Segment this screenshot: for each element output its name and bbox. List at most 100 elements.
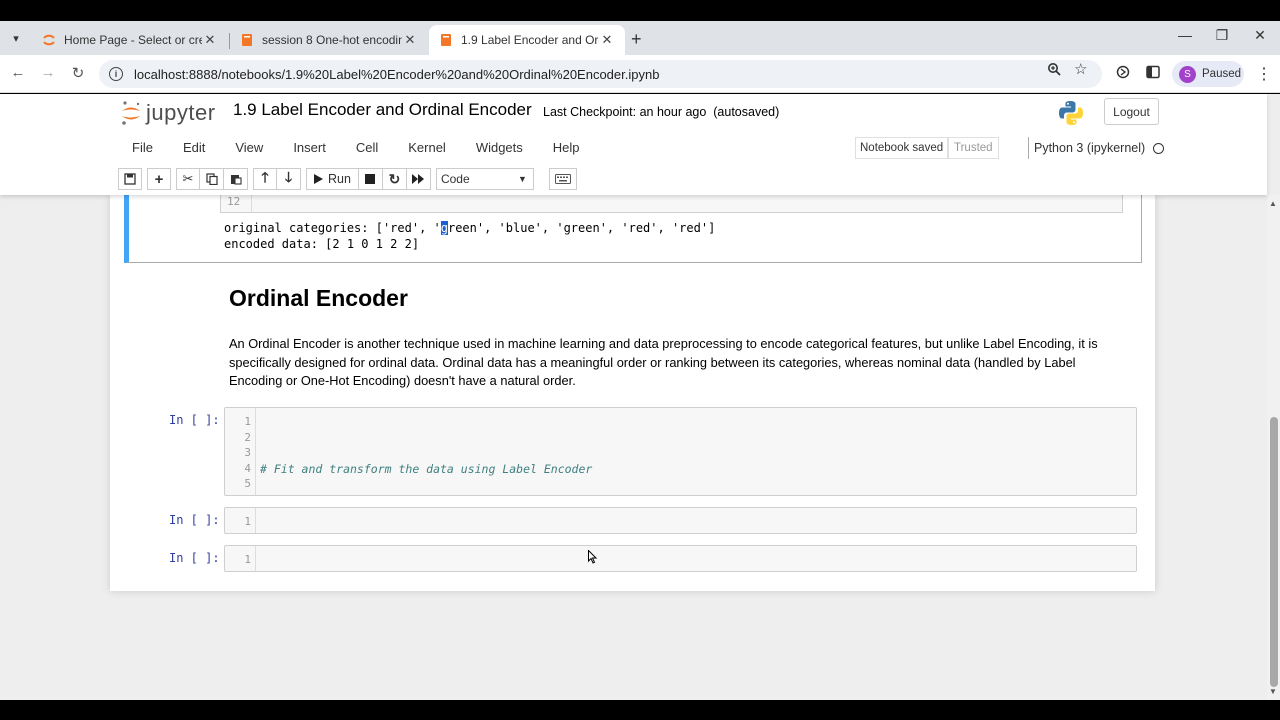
tab-home-page[interactable]: Home Page - Select or create a ✕ (32, 25, 228, 55)
kernel-name: Python 3 (ipykernel) (1034, 141, 1146, 155)
line-number: 1 (244, 515, 251, 528)
profile-button[interactable]: S Paused (1172, 61, 1244, 87)
jupyter-logo-text: jupyter (146, 100, 216, 125)
profile-status: Paused (1202, 68, 1242, 80)
menu-bar: File Edit View Insert Cell Kernel Widget… (120, 135, 598, 161)
interrupt-button[interactable] (358, 168, 383, 190)
site-info-icon[interactable]: i (109, 67, 123, 81)
menu-cell[interactable]: Cell (344, 135, 390, 161)
python-logo-icon (1057, 99, 1085, 127)
tab-session-8[interactable]: session 8 One-hot encoding, la ✕ (230, 25, 428, 55)
tab-label-encoder[interactable]: 1.9 Label Encoder and Ordinal E ✕ (429, 25, 625, 55)
input-prompt: In [ ]: (169, 413, 220, 427)
code-cell-input[interactable]: 1 (224, 507, 1137, 534)
line-number: 4 (244, 462, 251, 475)
tab-title: 1.9 Label Encoder and Ordinal E (461, 33, 599, 47)
run-button[interactable]: Run (306, 168, 359, 190)
screen: ▾ Home Page - Select or create a ✕ sessi… (0, 0, 1280, 720)
selected-cell-input[interactable]: 12 (220, 194, 1123, 213)
trusted-indicator[interactable]: Trusted (948, 137, 999, 159)
line-number: 5 (244, 477, 251, 490)
line-number: 1 (244, 415, 251, 428)
move-up-button[interactable]: 🡑 (253, 168, 277, 190)
run-label: Run (328, 172, 351, 186)
side-panel-icon[interactable] (1146, 65, 1160, 82)
menu-kernel[interactable]: Kernel (396, 135, 458, 161)
menu-edit[interactable]: Edit (171, 135, 217, 161)
close-tab-icon[interactable]: ✕ (202, 32, 218, 48)
code-cell-input[interactable]: 1 2 3 4 5 # Fit and transform the data u… (224, 407, 1137, 496)
browser-menu-icon[interactable]: ⋮ (1256, 64, 1272, 84)
save-icon (124, 173, 136, 185)
line-number: 2 (244, 431, 251, 444)
keyboard-icon (554, 174, 571, 184)
address-bar[interactable]: i localhost:8888/notebooks/1.9%20Label%2… (99, 60, 1102, 88)
scroll-up-arrow-icon[interactable]: ▲ (1269, 199, 1277, 208)
copy-button[interactable] (200, 168, 224, 190)
back-arrow-icon[interactable]: ← (8, 64, 28, 81)
markdown-heading: Ordinal Encoder (229, 285, 408, 311)
url-text: localhost:8888/notebooks/1.9%20Label%20E… (134, 66, 660, 82)
cell-type-select[interactable]: Code ▼ (435, 168, 534, 190)
notebook-container: 12 original categories: ['red', 'green',… (110, 194, 1155, 591)
new-tab-plus-icon[interactable]: + (631, 29, 642, 50)
insert-cell-button[interactable]: + (147, 168, 171, 190)
browser-tab-bar: ▾ Home Page - Select or create a ✕ sessi… (0, 21, 1280, 55)
checkpoint-status: Last Checkpoint: an hour ago (autosaved) (543, 105, 780, 119)
command-palette-button[interactable] (548, 168, 577, 190)
minimize-icon[interactable]: — (1174, 27, 1196, 43)
kernel-indicator: Python 3 (ipykernel) (1028, 137, 1165, 159)
menu-view[interactable]: View (223, 135, 275, 161)
notebook-title[interactable]: 1.9 Label Encoder and Ordinal Encoder (233, 100, 532, 120)
jupyter-favicon-icon (42, 33, 56, 47)
zoom-icon[interactable] (1047, 62, 1061, 79)
forward-arrow-icon[interactable]: → (38, 64, 58, 81)
menu-widgets[interactable]: Widgets (464, 135, 535, 161)
play-icon (314, 174, 323, 184)
code-cell-input[interactable]: 1 (224, 545, 1137, 572)
browser-toolbar: ← → ↻ i localhost:8888/notebooks/1.9%20L… (0, 55, 1280, 93)
paste-button[interactable] (224, 168, 248, 190)
chevron-down-icon: ▼ (518, 174, 527, 184)
tab-title: session 8 One-hot encoding, la (262, 33, 402, 47)
menu-file[interactable]: File (120, 135, 165, 161)
bookmark-star-icon[interactable]: ☆ (1074, 60, 1087, 78)
output-text: original categories: ['red', ' (224, 221, 441, 235)
selected-text: g (440, 221, 448, 235)
vertical-scrollbar[interactable]: ▲ ▼ (1267, 195, 1280, 700)
copy-icon (205, 173, 218, 185)
restore-icon[interactable]: ❐ (1211, 27, 1233, 44)
scroll-down-arrow-icon[interactable]: ▼ (1269, 687, 1277, 696)
jupyter-page: jupyter 1.9 Label Encoder and Ordinal En… (0, 94, 1280, 700)
paste-icon (230, 175, 242, 185)
line-number: 1 (244, 553, 251, 566)
tab-search-chevron-icon[interactable]: ▾ (6, 28, 26, 48)
tab-title: Home Page - Select or create a (64, 33, 202, 47)
line-number: 3 (244, 446, 251, 459)
restart-button[interactable]: ↻ (382, 168, 407, 190)
line-number: 12 (227, 195, 241, 208)
extensions-icon[interactable] (1116, 65, 1130, 82)
move-down-button[interactable]: 🡓 (277, 168, 301, 190)
jupyter-logo[interactable]: jupyter (120, 100, 216, 126)
menu-insert[interactable]: Insert (281, 135, 338, 161)
notebook-saved-indicator: Notebook saved (855, 137, 949, 159)
reload-icon[interactable]: ↻ (68, 64, 88, 82)
jupyter-header: jupyter 1.9 Label Encoder and Ordinal En… (0, 94, 1267, 195)
logout-button[interactable]: Logout (1104, 98, 1159, 125)
menu-help[interactable]: Help (541, 135, 592, 161)
restart-run-all-button[interactable] (406, 168, 431, 190)
markdown-paragraph: An Ordinal Encoder is another technique … (229, 336, 1098, 388)
bottom-bar (0, 700, 1280, 720)
kernel-idle-icon (1153, 142, 1165, 154)
scrollbar-thumb[interactable] (1270, 417, 1278, 687)
output-text: reen', 'blue', 'green', 'red', 'red'] (447, 221, 716, 235)
notebook-favicon-icon (240, 33, 254, 47)
close-tab-icon[interactable]: ✕ (599, 32, 615, 48)
cut-button[interactable]: ✂ (176, 168, 200, 190)
save-button[interactable] (118, 168, 142, 190)
output-text: encoded data: [2 1 0 1 2 2] (224, 237, 420, 251)
stop-icon (365, 174, 376, 184)
close-tab-icon[interactable]: ✕ (402, 32, 418, 48)
close-window-icon[interactable]: ✕ (1249, 27, 1271, 44)
